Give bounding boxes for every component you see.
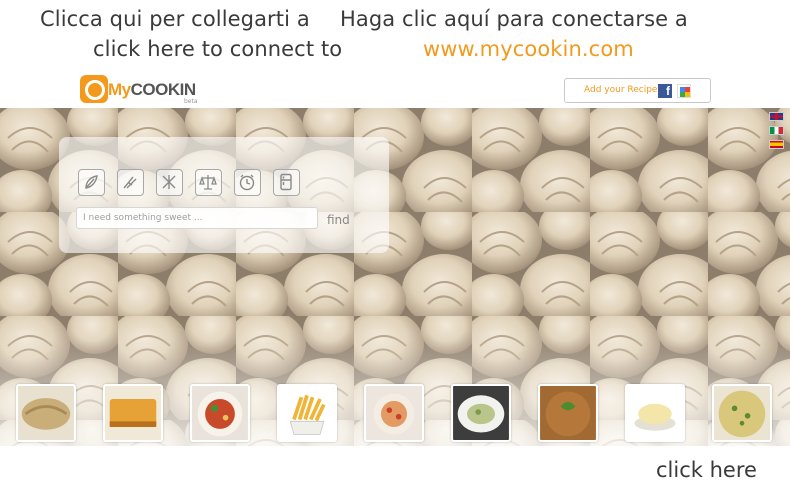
site-url-link[interactable]: www.mycookin.com <box>423 37 634 61</box>
find-button[interactable]: find <box>327 213 350 227</box>
spanish-flag-icon[interactable] <box>769 140 784 149</box>
fridge-icon[interactable] <box>273 169 300 196</box>
recipe-thumbnail-soup[interactable] <box>451 384 511 442</box>
recipe-thumbnail-bread[interactable] <box>16 384 76 442</box>
search-panel: find <box>59 137 389 253</box>
english-flag-icon[interactable] <box>769 112 784 121</box>
facebook-icon[interactable]: f <box>658 84 672 98</box>
spanish-connect-message: Haga clic aquí para conectarse a <box>340 7 688 31</box>
logo-mark-icon <box>80 75 108 103</box>
hero-banner: find <box>0 108 790 446</box>
logo-wordmark: MyCOOKIN <box>108 80 196 100</box>
italian-flag-icon[interactable] <box>769 126 784 135</box>
italian-connect-message: Clicca qui per collegarti a <box>40 7 310 31</box>
recipe-thumbnail-pie[interactable] <box>103 384 163 442</box>
time-clock-icon[interactable] <box>234 169 261 196</box>
recipe-thumbnail-risotto[interactable] <box>712 384 772 442</box>
no-icon[interactable] <box>156 169 183 196</box>
google-icon[interactable] <box>677 84 691 98</box>
logo-cookin: COOKIN <box>130 80 197 99</box>
vegetarian-icon[interactable] <box>78 169 105 196</box>
logo-beta-tag: beta <box>184 98 198 105</box>
click-here-link[interactable]: click here <box>656 458 757 482</box>
mycookin-logo[interactable]: MyCOOKIN beta <box>80 73 210 107</box>
recipe-thumbnail-cream[interactable] <box>625 384 685 442</box>
light-icon[interactable] <box>117 169 144 196</box>
add-recipe-box[interactable]: Add your Recipe f <box>564 78 711 103</box>
add-recipe-label[interactable]: Add your Recipe <box>584 85 657 95</box>
recipe-thumbnail-fries[interactable] <box>277 384 337 442</box>
english-connect-message: click here to connect to <box>93 37 343 61</box>
price-scale-icon[interactable] <box>195 169 222 196</box>
recipe-thumbnail-pasta[interactable] <box>364 384 424 442</box>
recipe-thumbnail-lentils[interactable] <box>538 384 598 442</box>
search-input[interactable] <box>76 207 318 229</box>
logo-my: My <box>108 80 131 99</box>
recipe-thumbnail-pasta-sauce[interactable] <box>190 384 250 442</box>
